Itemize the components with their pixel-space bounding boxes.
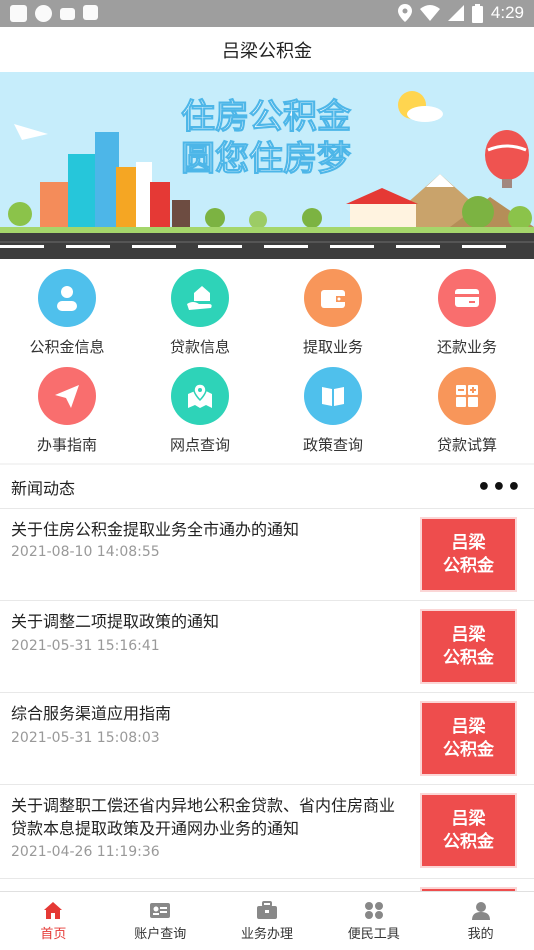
book-icon (304, 367, 362, 425)
news-thumbnail: 吕梁 公积金 (420, 793, 517, 868)
grid-item-branches[interactable]: 网点查询 (133, 367, 267, 455)
grid-item-guide[interactable]: 办事指南 (0, 367, 134, 455)
news-item-date: 2021-05-31 15:16:41 (11, 638, 160, 654)
grid-item-label: 贷款试算 (436, 436, 497, 454)
tab-label: 业务办理 (240, 927, 293, 942)
clock: 4:29 (490, 3, 524, 22)
sync-icon (35, 5, 52, 22)
home-icon (44, 902, 63, 919)
tab-label: 账户查询 (134, 927, 187, 942)
tab-label: 我的 (467, 927, 494, 942)
notification-icon (10, 5, 27, 22)
grid-item-label: 办事指南 (36, 436, 97, 454)
news-item-title: 综合服务渠道应用指南 (11, 704, 172, 723)
tab-account[interactable]: 账户查询 (107, 892, 214, 950)
news-item-date: 2021-08-10 14:08:55 (11, 544, 160, 560)
tab-business[interactable]: 业务办理 (214, 892, 321, 950)
news-item-title: 关于住房公积金提取业务全市通办的通知 (11, 520, 300, 539)
title-bar: 吕梁公积金 (0, 27, 534, 72)
grid-item-policy[interactable]: 政策查询 (266, 367, 400, 455)
person-icon (38, 269, 96, 327)
thumb-line2: 公积金 (443, 647, 494, 668)
news-item[interactable]: 综合服务渠道应用指南 2021-05-31 15:08:03 吕梁 公积金 (0, 692, 534, 784)
grid-item-fund-info[interactable]: 公积金信息 (0, 269, 134, 357)
tab-label: 便民工具 (347, 927, 400, 942)
apps-icon (364, 902, 383, 919)
font-icon (83, 5, 98, 20)
banner-line1: 住房公积金 (181, 97, 352, 137)
grid-item-label: 贷款信息 (169, 338, 230, 356)
paper-plane-icon (38, 367, 96, 425)
thumb-line2: 公积金 (443, 555, 494, 576)
news-item[interactable]: 关于调整二项提取政策的通知 2021-05-31 15:16:41 吕梁 公积金 (0, 600, 534, 692)
thumb-line2: 公积金 (443, 831, 494, 852)
grid-item-repayment[interactable]: 还款业务 (400, 269, 534, 357)
grid-item-label: 提取业务 (302, 338, 363, 356)
thumb-line1: 吕梁 (451, 532, 486, 553)
tab-home[interactable]: 首页 (0, 892, 107, 950)
tab-mine[interactable]: 我的 (427, 892, 534, 950)
news-item-date: 2021-05-31 15:08:03 (11, 730, 160, 746)
thumb-line2: 公积金 (443, 739, 494, 760)
battery-icon (471, 3, 483, 23)
map-pin-icon (171, 367, 229, 425)
status-bar: 4:29 (0, 0, 534, 27)
page-title: 吕梁公积金 (222, 40, 312, 62)
function-grid: 公积金信息 贷款信息 提取业务 还款业务 办事指南 网点查询 政策查询 贷款试算 (0, 259, 534, 463)
news-item-date: 2021-04-26 11:19:36 (11, 844, 160, 860)
news-thumbnail: 吕梁 公积金 (420, 701, 517, 776)
news-item[interactable]: 关于住房公积金提取业务全市通办的通知 2021-08-10 14:08:55 吕… (0, 508, 534, 600)
mail-icon (60, 8, 75, 20)
news-thumbnail: 吕梁 公积金 (420, 517, 517, 592)
briefcase-icon (256, 901, 277, 919)
wifi-icon (419, 5, 440, 21)
news-list: 关于住房公积金提取业务全市通办的通知 2021-08-10 14:08:55 吕… (0, 508, 534, 893)
thumb-line1: 吕梁 (451, 808, 486, 829)
grid-item-withdrawal[interactable]: 提取业务 (266, 269, 400, 357)
banner-line2: 圆您住房梦 (181, 139, 351, 179)
news-section-title: 新闻动态 (11, 478, 76, 498)
thumb-line1: 吕梁 (451, 624, 486, 645)
thumb-line1: 吕梁 (451, 716, 486, 737)
grid-item-label: 公积金信息 (29, 338, 105, 356)
tab-label: 首页 (40, 927, 67, 942)
hand-house-icon (171, 269, 229, 327)
more-icon[interactable]: ••• (477, 475, 522, 500)
news-item-title: 关于调整职工偿还省内异地公积金贷款、省内住房商业贷款本息提取政策及开通网办业务的… (11, 796, 396, 838)
banner[interactable]: 住房公积金 圆您住房梦 (0, 72, 534, 259)
calculator-icon (438, 367, 496, 425)
card-icon (438, 269, 496, 327)
user-icon (471, 902, 490, 920)
grid-item-loan-calculator[interactable]: 贷款试算 (400, 367, 534, 455)
news-header: 新闻动态 ••• (0, 465, 534, 508)
grid-item-label: 还款业务 (436, 338, 497, 356)
banner-illustration: 住房公积金 圆您住房梦 (0, 72, 534, 259)
id-card-icon (150, 903, 171, 918)
wallet-icon (304, 269, 362, 327)
grid-item-label: 网点查询 (169, 436, 230, 454)
location-icon (397, 4, 412, 22)
grid-item-loan-info[interactable]: 贷款信息 (133, 269, 267, 357)
news-item-title: 关于调整二项提取政策的通知 (11, 612, 220, 631)
news-item[interactable]: 关于调整职工偿还省内异地公积金贷款、省内住房商业贷款本息提取政策及开通网办业务的… (0, 784, 534, 878)
bottom-tab-bar: 首页 账户查询 业务办理 便民工具 我的 (0, 891, 534, 950)
grid-item-label: 政策查询 (302, 436, 363, 454)
signal-icon (447, 5, 464, 21)
news-thumbnail: 吕梁 公积金 (420, 609, 517, 684)
tab-tools[interactable]: 便民工具 (320, 892, 427, 950)
